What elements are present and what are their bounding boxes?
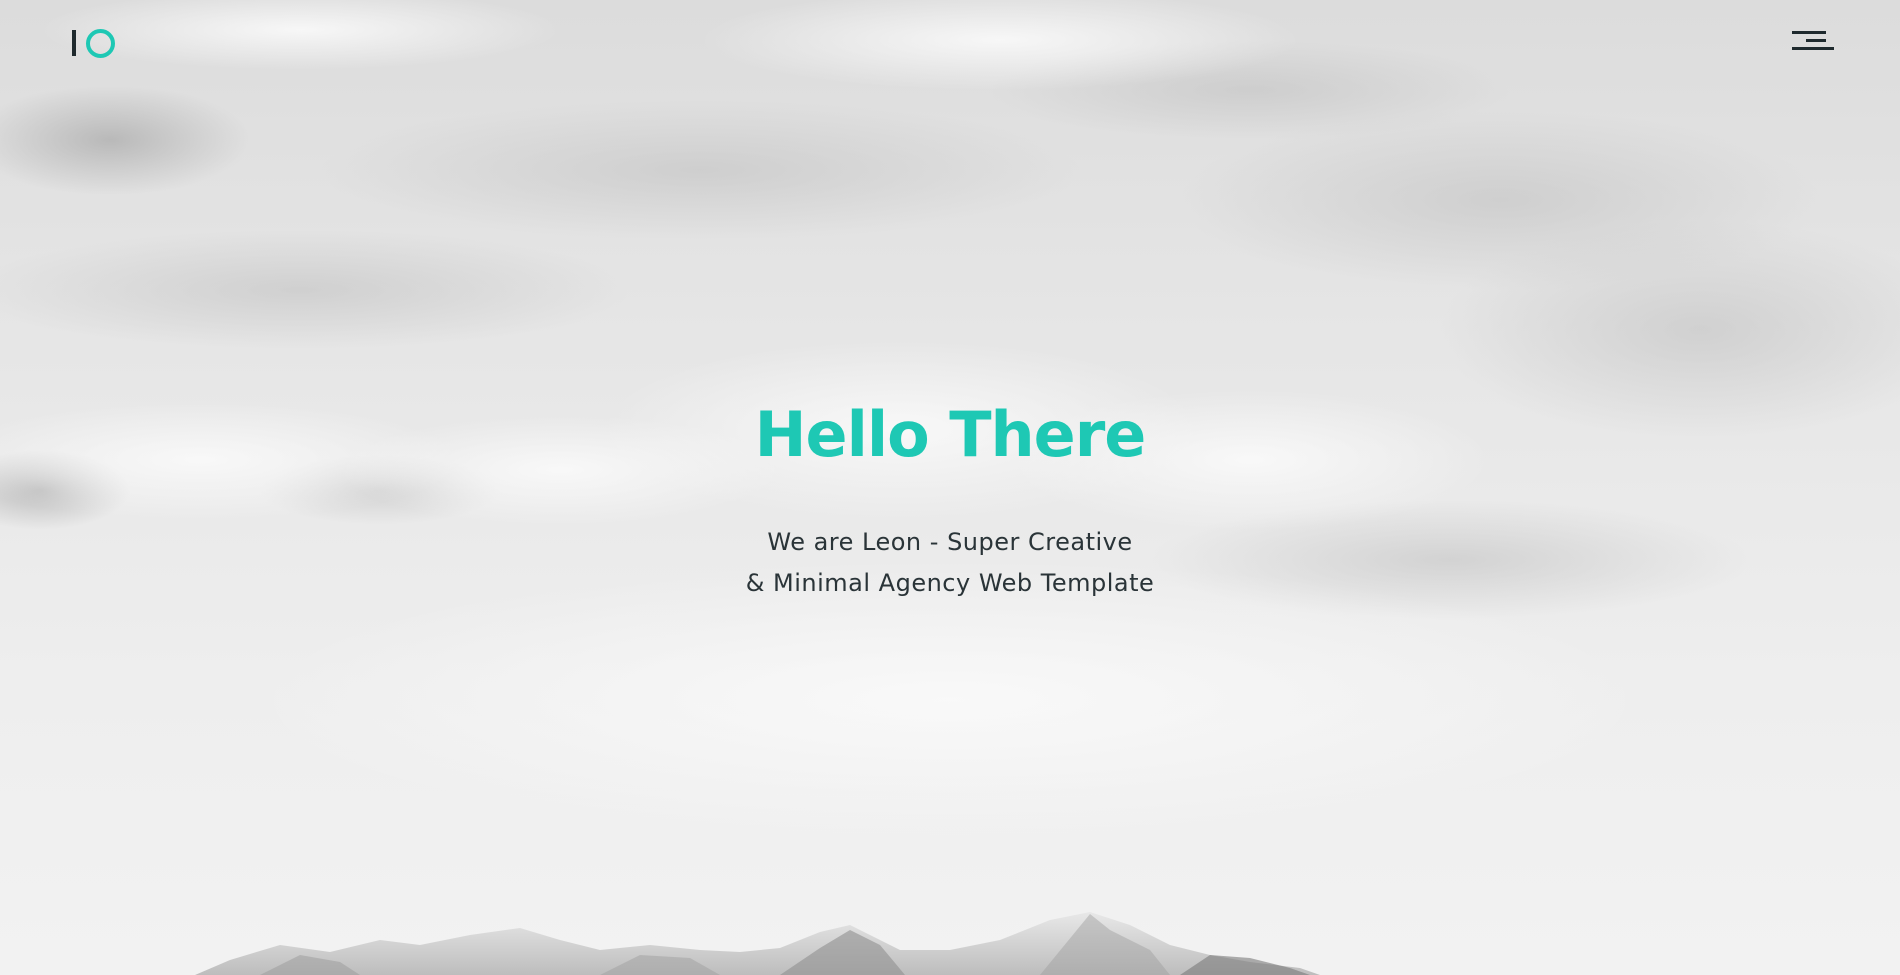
hero-content: Hello There We are Leon - Super Creative… [0,395,1900,604]
logo-ring-icon [86,29,115,58]
hero-subtitle-line-2: & Minimal Agency Web Template [745,569,1155,597]
menu-line-middle [1806,39,1826,42]
hero-subtitle: We are Leon - Super Creative & Minimal A… [0,522,1900,604]
hero-section: Hello There We are Leon - Super Creative… [0,0,1900,975]
hero-title: Hello There [754,398,1147,471]
hero-subtitle-line-1: We are Leon - Super Creative [767,528,1133,556]
menu-line-top [1792,31,1826,34]
logo[interactable] [70,28,118,58]
hamburger-menu-icon[interactable] [1786,28,1834,56]
menu-line-bottom [1792,47,1834,50]
logo-bar-icon [72,30,76,56]
